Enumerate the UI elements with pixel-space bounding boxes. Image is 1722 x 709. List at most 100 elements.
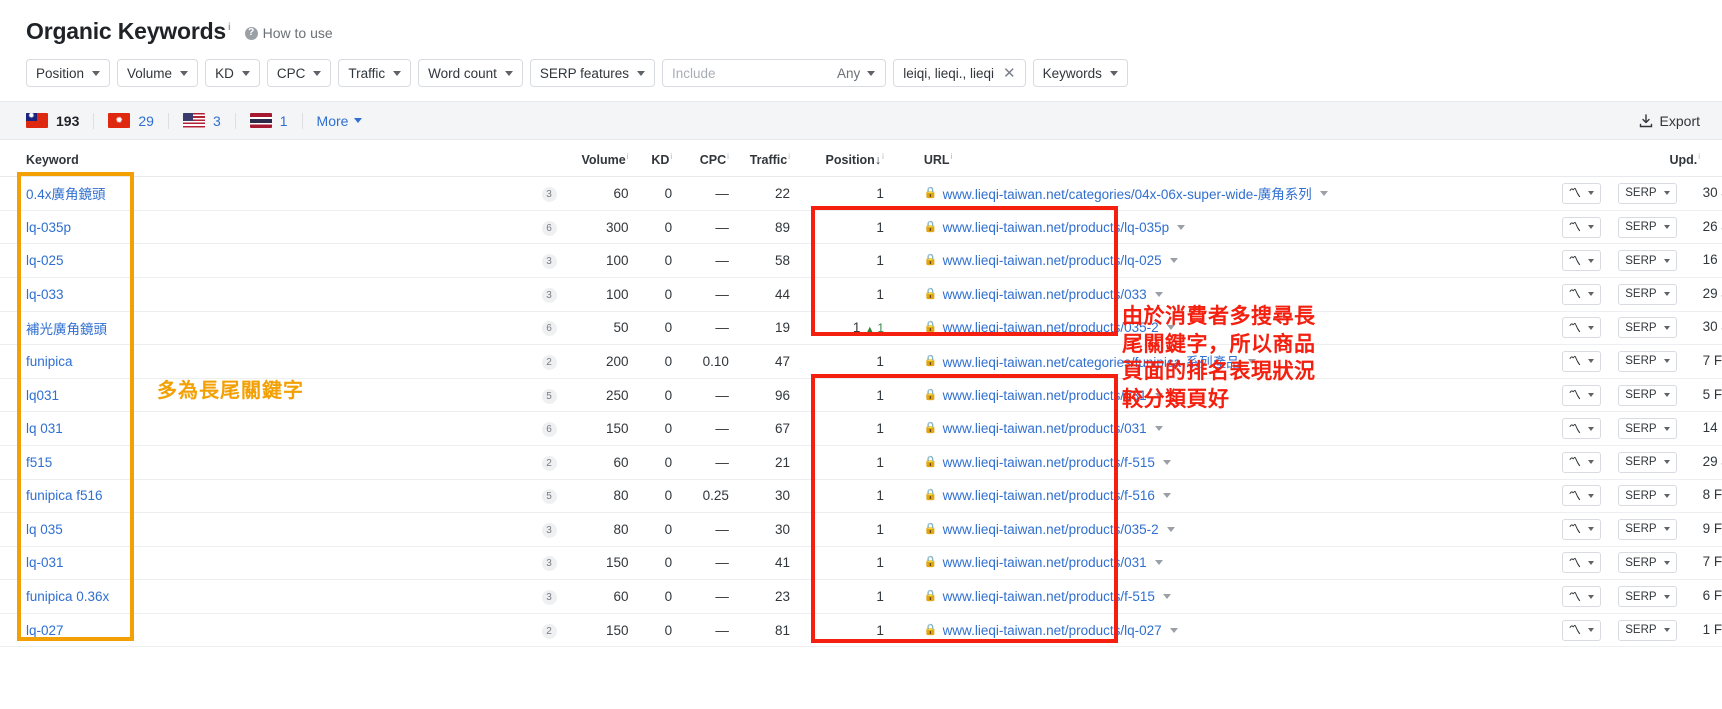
url-link[interactable]: www.lieqi-taiwan.net/products/lq-027 [943,623,1162,638]
keyword-link[interactable]: lq-035p [26,220,71,235]
url-link[interactable]: www.lieqi-taiwan.net/products/lq-025 [943,253,1162,268]
how-to-use-link[interactable]: ? How to use [244,25,333,41]
serp-button[interactable]: SERP [1618,250,1677,272]
sparkline-button[interactable]: 〽 [1561,518,1601,540]
cell-kd: 0 [628,277,673,312]
sparkline-button[interactable]: 〽 [1561,350,1601,372]
keyword-link[interactable]: lq-031 [26,555,64,570]
sparkline-button[interactable]: 〽 [1561,317,1601,339]
keyword-link[interactable]: funipica 0.36x [26,589,109,604]
keyword-link[interactable]: 補光廣角鏡頭 [26,322,107,337]
lock-icon: 🔒 [923,354,938,367]
filter-cpc-button[interactable]: CPC [266,59,332,87]
filter-traffic-button[interactable]: Traffic [338,59,412,87]
sparkline-button[interactable]: 〽 [1561,485,1601,507]
url-link[interactable]: www.lieqi-taiwan.net/products/lq-035p [943,220,1170,235]
serp-button[interactable]: SERP [1618,451,1677,473]
country-tab-th[interactable]: 1 [234,112,302,129]
column-header-kd[interactable]: KDi [628,140,673,178]
keyword-link[interactable]: lq-033 [26,287,64,302]
keyword-link[interactable]: f515 [26,455,52,470]
keyword-link[interactable]: lq 031 [26,421,63,436]
country-tab-us[interactable]: 3 [167,112,235,129]
keyword-link[interactable]: lq 035 [26,522,63,537]
filter-word-count-button[interactable]: Word count [418,59,523,87]
country-tab-hk[interactable]: 29 [93,112,168,129]
country-tab-tw[interactable]: 193 [26,113,93,129]
filter-volume-button[interactable]: Volume [117,59,199,87]
chevron-down-icon[interactable] [1177,224,1186,230]
url-link[interactable]: www.lieqi-taiwan.net/products/031 [943,555,1147,570]
url-link[interactable]: www.lieqi-taiwan.net/products/f-516 [943,488,1155,503]
serp-button[interactable]: SERP [1618,586,1677,608]
serp-button[interactable]: SERP [1618,283,1677,305]
serp-button[interactable]: SERP [1618,216,1677,238]
column-header-position[interactable]: Position↓i [790,140,884,178]
sparkline-button[interactable]: 〽 [1561,384,1601,406]
url-link[interactable]: www.lieqi-taiwan.net/products/f-515 [943,589,1155,604]
include-match-mode-select[interactable]: Any [831,66,885,81]
annotation-red-line: 頁面的排名表現狀況 [1122,359,1316,384]
keyword-link[interactable]: lq-027 [26,623,64,638]
url-link[interactable]: www.lieqi-taiwan.net/products/031 [943,421,1147,436]
chevron-down-icon[interactable] [1154,291,1163,297]
export-label: Export [1659,112,1700,129]
column-header-cpc[interactable]: CPCi [672,140,729,178]
chevron-down-icon[interactable] [1169,627,1178,633]
url-link[interactable]: www.lieqi-taiwan.net/products/033 [943,287,1147,302]
serp-button[interactable]: SERP [1618,619,1677,641]
include-input[interactable] [662,60,831,86]
chevron-down-icon[interactable] [1169,258,1178,264]
keyword-link[interactable]: funipica [26,354,73,369]
filter-position-button[interactable]: Position [26,59,111,87]
lock-icon: 🔒 [923,422,938,435]
column-header-url[interactable]: URLi [883,140,1435,178]
chevron-down-icon[interactable] [1162,594,1171,600]
chevron-down-icon[interactable] [1162,493,1171,499]
serp-button[interactable]: SERP [1618,552,1677,574]
column-header-traffic[interactable]: Traffici [728,140,791,178]
keywords-mode-button[interactable]: Keywords [1032,59,1128,87]
more-countries-button[interactable]: More [301,112,363,129]
keyword-link[interactable]: lq031 [26,388,59,403]
sparkline-button[interactable]: 〽 [1561,619,1601,641]
sparkline-button[interactable]: 〽 [1561,182,1601,204]
column-header-upd[interactable]: Upd.i [1618,140,1722,178]
url-link[interactable]: www.lieqi-taiwan.net/categories/04x-06x-… [943,183,1312,203]
filter-kd-button[interactable]: KD [205,59,260,87]
keyword-link[interactable]: funipica f516 [26,488,103,503]
serp-button[interactable]: SERP [1618,418,1677,440]
url-link[interactable]: www.lieqi-taiwan.net/products/035-2 [943,522,1159,537]
sparkline-button[interactable]: 〽 [1561,552,1601,574]
serp-button[interactable]: SERP [1618,350,1677,372]
keyword-link[interactable]: 0.4x廣角鏡頭 [26,187,106,202]
chevron-down-icon[interactable] [1162,459,1171,465]
serp-button[interactable]: SERP [1618,317,1677,339]
cell-updated: SERP7 Feb [1618,546,1722,581]
cell-keyword: lq-025 [0,243,509,278]
url-link[interactable]: www.lieqi-taiwan.net/products/f-515 [943,455,1155,470]
sparkline-button[interactable]: 〽 [1561,216,1601,238]
cell-serp-features-count: 6 [508,411,557,446]
cell-updated: SERP6 Feb [1618,579,1722,614]
chevron-down-icon[interactable] [1154,560,1163,566]
url-link[interactable]: www.lieqi-taiwan.net/products/031 [943,388,1147,403]
sparkline-button[interactable]: 〽 [1561,250,1601,272]
serp-button[interactable]: SERP [1618,485,1677,507]
sparkline-button[interactable]: 〽 [1561,586,1601,608]
chevron-down-icon[interactable] [1166,526,1175,532]
chevron-down-icon[interactable] [1154,426,1163,432]
keyword-link[interactable]: lq-025 [26,253,64,268]
serp-button[interactable]: SERP [1618,384,1677,406]
column-header-volume[interactable]: Volumei [556,140,629,178]
sparkline-button[interactable]: 〽 [1561,283,1601,305]
filter-serp-features-button[interactable]: SERP features [529,59,655,87]
chevron-down-icon[interactable] [1319,190,1328,196]
serp-button[interactable]: SERP [1618,518,1677,540]
export-button[interactable]: Export [1639,113,1700,129]
serp-button[interactable]: SERP [1618,182,1677,204]
column-header-keyword[interactable]: Keyword [0,140,509,178]
sparkline-button[interactable]: 〽 [1561,418,1601,440]
sparkline-button[interactable]: 〽 [1561,451,1601,473]
close-icon[interactable]: ✕ [1003,66,1016,81]
